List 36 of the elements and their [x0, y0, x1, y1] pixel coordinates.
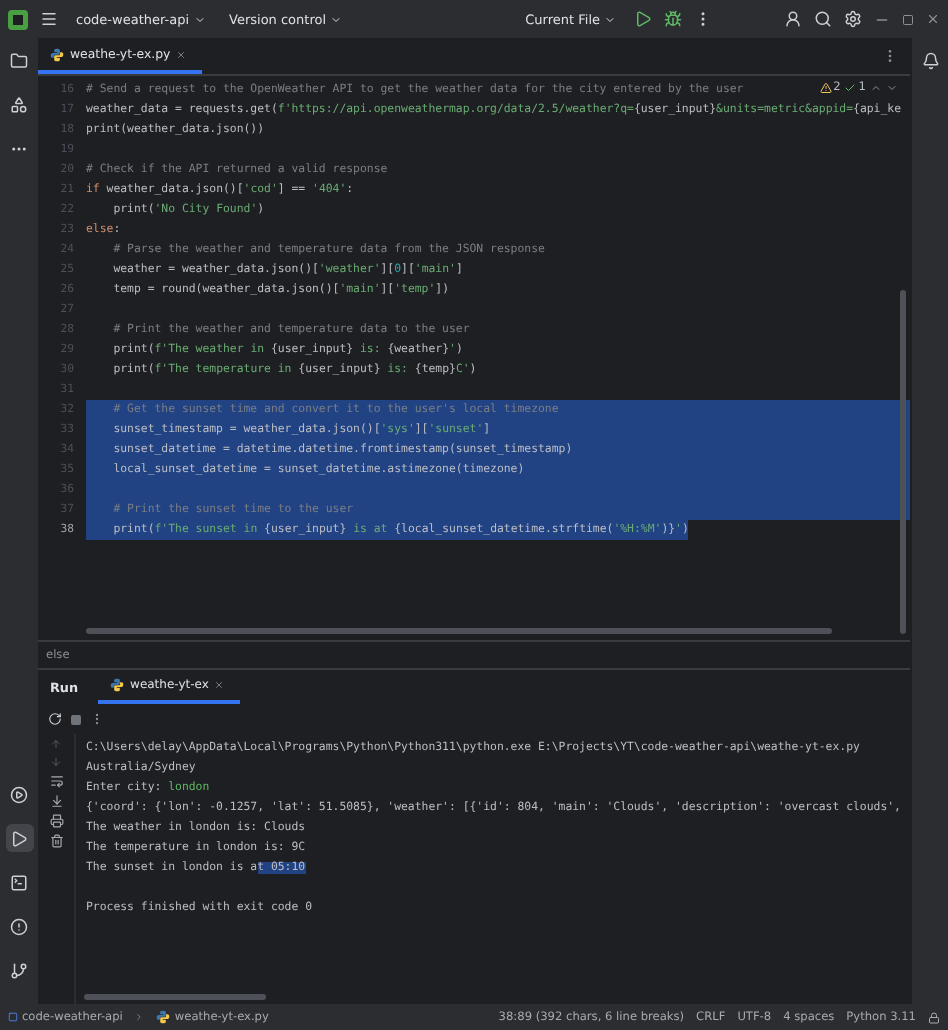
python-icon	[156, 1010, 171, 1024]
scroll-to-end-icon[interactable]	[49, 794, 63, 808]
app-logo-icon[interactable]	[8, 9, 28, 29]
stop-icon[interactable]	[70, 713, 82, 725]
square-icon	[8, 1012, 18, 1022]
run-icon[interactable]	[10, 829, 28, 847]
folder-icon[interactable]	[10, 51, 28, 69]
run-services-icon[interactable]	[10, 785, 28, 803]
chevron-down-icon[interactable]	[604, 13, 616, 25]
settings-icon[interactable]	[844, 10, 862, 28]
horizontal-scrollbar[interactable]	[86, 628, 832, 634]
python-icon	[50, 47, 64, 61]
chevron-icon	[134, 1012, 145, 1022]
maximize-icon[interactable]	[902, 13, 914, 25]
close-icon[interactable]	[926, 12, 940, 26]
bell-icon[interactable]	[921, 51, 939, 69]
print-icon[interactable]	[49, 814, 63, 828]
chevron-down-icon[interactable]	[330, 13, 343, 25]
soft-wrap-icon[interactable]	[49, 774, 63, 788]
alert-icon[interactable]	[10, 917, 28, 935]
python-icon	[110, 678, 125, 692]
lock-icon[interactable]	[928, 1011, 940, 1023]
run-tool-button[interactable]	[5, 824, 33, 852]
branch-icon[interactable]	[10, 961, 28, 979]
chevron-down-icon[interactable]	[193, 13, 206, 25]
rerun-icon[interactable]	[48, 712, 62, 726]
menu-icon[interactable]	[40, 10, 58, 28]
run-icon[interactable]	[634, 10, 652, 28]
debug-icon[interactable]	[664, 10, 682, 28]
shapes-icon[interactable]	[10, 95, 28, 113]
vertical-scrollbar[interactable]	[900, 290, 906, 634]
horizontal-scrollbar[interactable]	[84, 994, 266, 1000]
user-icon[interactable]	[784, 10, 802, 28]
trash-icon[interactable]	[49, 834, 63, 848]
search-icon[interactable]	[814, 10, 832, 28]
terminal-icon[interactable]	[10, 873, 28, 891]
